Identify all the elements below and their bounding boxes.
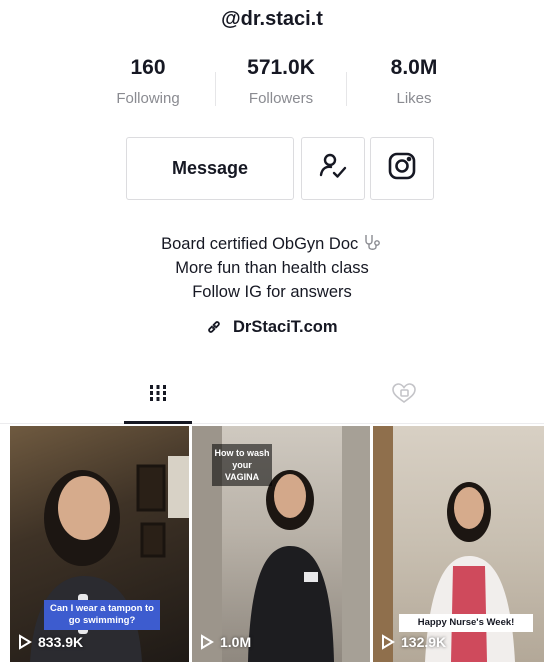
bio-line-3: Follow IG for answers <box>192 283 352 301</box>
message-button[interactable]: Message <box>126 137 294 200</box>
profile-username: @dr.staci.t <box>221 8 323 30</box>
stethoscope-icon <box>363 235 383 253</box>
followers-count: 571.0K <box>247 56 315 79</box>
stats-divider <box>346 72 347 106</box>
instagram-icon <box>387 151 417 186</box>
video-thumbnail[interactable]: How to wash your VAGINA 1.0M <box>192 426 370 662</box>
link-text: DrStaciT.com <box>233 318 338 336</box>
profile-stats: 160 Following 571.0K Followers 8.0M Like… <box>0 56 544 116</box>
video-caption: Can I wear a tampon to go swimming? <box>44 600 160 630</box>
following-count: 160 <box>130 56 166 79</box>
view-count-text: 132.9K <box>401 634 447 650</box>
stat-following[interactable]: 160 Following <box>83 56 213 107</box>
followers-label: Followers <box>248 90 314 107</box>
tabs-divider <box>0 423 544 424</box>
profile-link[interactable]: DrStaciT.com <box>0 318 544 337</box>
view-count: 1.0M <box>200 634 251 650</box>
instagram-button[interactable] <box>370 137 434 200</box>
active-tab-indicator <box>124 421 192 424</box>
view-count-text: 833.9K <box>38 634 84 650</box>
likes-count: 8.0M <box>390 56 438 79</box>
link-icon <box>206 318 233 336</box>
tab-liked[interactable] <box>384 380 424 410</box>
profile-bio: Board certified ObGyn Doc More fun than … <box>0 232 544 304</box>
view-count: 132.9K <box>381 634 446 650</box>
play-icon <box>201 634 214 650</box>
stat-followers[interactable]: 571.0K Followers <box>216 56 346 107</box>
user-check-icon <box>318 151 348 186</box>
bio-line-2: More fun than health class <box>175 259 369 277</box>
stats-divider <box>215 72 216 106</box>
view-count: 833.9K <box>18 634 83 650</box>
liked-videos-icon <box>391 382 417 409</box>
tab-videos[interactable] <box>138 380 178 410</box>
bio-line-1: Board certified ObGyn Doc <box>161 235 359 253</box>
stat-likes[interactable]: 8.0M Likes <box>349 56 479 107</box>
view-count-text: 1.0M <box>220 634 252 650</box>
play-icon <box>382 634 395 650</box>
play-icon <box>19 634 32 650</box>
following-status-button[interactable] <box>301 137 365 200</box>
video-caption: How to wash your VAGINA <box>212 444 272 486</box>
video-thumbnail[interactable]: Happy Nurse's Week! 132.9K <box>373 426 544 662</box>
video-caption: Happy Nurse's Week! <box>399 614 533 632</box>
video-thumbnail[interactable]: Can I wear a tampon to go swimming? 833.… <box>10 426 189 662</box>
following-label: Following <box>116 90 180 107</box>
likes-label: Likes <box>396 90 432 107</box>
grid-icon <box>148 384 168 407</box>
video-grid: Can I wear a tampon to go swimming? 833.… <box>10 426 544 662</box>
